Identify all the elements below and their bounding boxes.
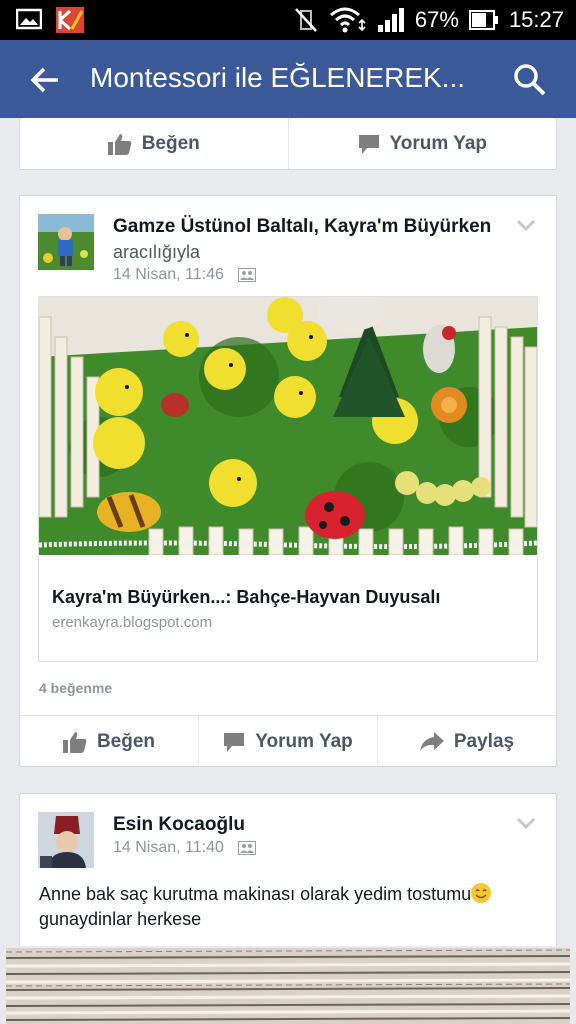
post-header: Gamze Üstünol Baltalı, Kayra'm Büyürken … bbox=[20, 196, 556, 283]
post-header: Esin Kocaoğlu 14 Nisan, 11:40 bbox=[20, 794, 556, 874]
like-count[interactable]: 4 beğenme bbox=[39, 680, 112, 696]
like-label: Beğen bbox=[96, 730, 156, 752]
link-preview[interactable]: Kayra'm Büyürken...: Bahçe-Hayvan Duyusa… bbox=[38, 296, 538, 662]
thumbs-up-icon bbox=[107, 133, 132, 155]
previous-post-card: Beğen Yorum Yap bbox=[19, 118, 557, 170]
signal-icon bbox=[377, 8, 404, 32]
post-actions: Beğen Yorum Yap Paylaş bbox=[20, 715, 556, 767]
page-title: Montessori ile EĞLENEREK... bbox=[90, 62, 466, 93]
like-label: Beğen bbox=[141, 132, 200, 154]
post-meta: 14 Nisan, 11:40 bbox=[113, 839, 256, 857]
like-button[interactable]: Beğen bbox=[20, 118, 289, 169]
avatar[interactable] bbox=[38, 214, 94, 270]
comment-label: Yorum Yap bbox=[255, 730, 353, 752]
chevron-down-icon[interactable] bbox=[516, 218, 536, 232]
status-bar: 67% 15:27 bbox=[0, 0, 576, 40]
post-author[interactable]: Esin Kocaoğlu bbox=[113, 814, 245, 836]
search-icon[interactable] bbox=[510, 60, 550, 100]
post-via: aracılığıyla bbox=[113, 242, 201, 262]
comment-icon bbox=[224, 732, 245, 752]
post-text-part-1: Anne bak saç kurutma makinası olarak yed… bbox=[39, 884, 472, 904]
thumbs-up-icon bbox=[62, 731, 87, 753]
clock: 15:27 bbox=[508, 7, 564, 32]
smile-emoji-icon bbox=[471, 883, 492, 903]
comment-icon bbox=[358, 134, 379, 154]
link-title: Kayra'm Büyürken...: Bahçe-Hayvan Duyusa… bbox=[52, 587, 441, 607]
group-privacy-icon bbox=[237, 268, 256, 282]
post-author[interactable]: Gamze Üstünol Baltalı, Kayra'm Büyürken bbox=[113, 216, 491, 238]
share-label: Paylaş bbox=[453, 730, 515, 752]
wifi-icon bbox=[329, 7, 366, 33]
link-domain: erenkayra.blogspot.com bbox=[52, 614, 213, 631]
group-privacy-icon bbox=[237, 841, 256, 855]
avatar[interactable] bbox=[38, 812, 94, 868]
post-text: Anne bak saç kurutma makinası olarak yed… bbox=[39, 882, 539, 932]
share-icon bbox=[419, 731, 444, 751]
vibrate-off-icon bbox=[294, 8, 317, 32]
back-arrow-icon[interactable] bbox=[26, 60, 66, 100]
post-card: Gamze Üstünol Baltalı, Kayra'm Büyürken … bbox=[19, 195, 557, 767]
battery-icon bbox=[468, 10, 498, 30]
link-preview-image bbox=[39, 297, 537, 555]
post-meta: 14 Nisan, 11:46 bbox=[113, 266, 256, 284]
comment-button[interactable]: Yorum Yap bbox=[289, 118, 557, 169]
post-photo-partial[interactable] bbox=[0, 946, 576, 1024]
gallery-icon bbox=[16, 8, 42, 30]
like-button[interactable]: Beğen bbox=[20, 716, 199, 767]
post-text-part-2: gunaydinlar herkese bbox=[39, 909, 202, 929]
chevron-down-icon[interactable] bbox=[516, 816, 536, 830]
post-timestamp[interactable]: 14 Nisan, 11:40 bbox=[113, 839, 224, 857]
comment-button[interactable]: Yorum Yap bbox=[199, 716, 378, 767]
post-card: Esin Kocaoğlu 14 Nisan, 11:40 Anne bak s… bbox=[19, 793, 557, 953]
comment-label: Yorum Yap bbox=[389, 132, 488, 154]
battery-percent: 67% bbox=[414, 7, 459, 32]
post-timestamp[interactable]: 14 Nisan, 11:46 bbox=[113, 266, 224, 284]
app-notification-icon bbox=[56, 7, 84, 33]
share-button[interactable]: Paylaş bbox=[378, 716, 556, 767]
app-bar: Montessori ile EĞLENEREK... bbox=[0, 40, 576, 118]
